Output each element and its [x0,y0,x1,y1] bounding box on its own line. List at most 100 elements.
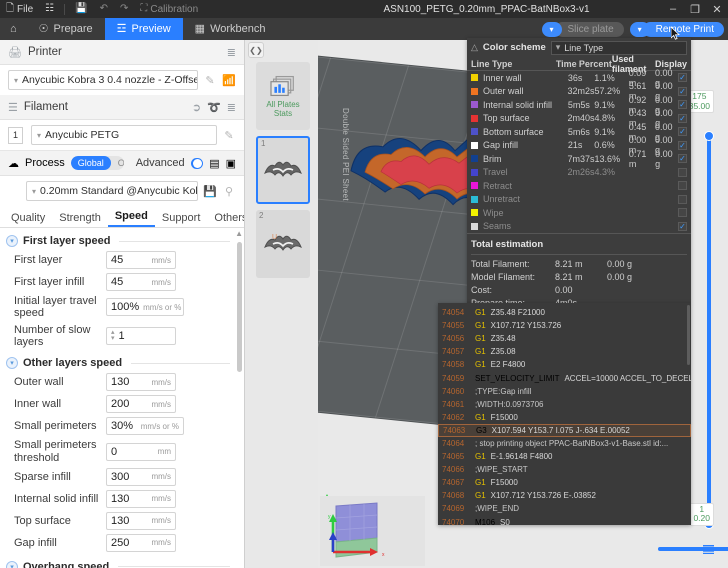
collapse-chevron-icon[interactable]: △ [471,42,478,53]
gcode-line[interactable]: 74064 ; stop printing object PPAC-BatNBox… [438,437,691,450]
compare-presets-icon[interactable]: ▤ [209,157,219,170]
printer-settings-icon[interactable]: ≣ [227,46,236,59]
remote-print-dropdown-icon[interactable]: ▾ [629,21,650,37]
gcode-line[interactable]: 74065 G1 E-1.96148 F4800 [438,450,691,463]
preset-diff-icon[interactable]: ▣ [226,157,236,170]
color-scheme-row[interactable]: Retract [467,179,691,193]
gcode-line[interactable]: 74058 G1 E2 F4800 [438,358,691,371]
wifi-icon[interactable]: 📶 [222,74,236,87]
display-checkbox[interactable]: ✓ [677,127,687,137]
layer-slider-options-icon[interactable] [703,545,714,554]
group-other-layers-speed[interactable]: ▾ Other layers speed [0,350,244,371]
menu-save-button[interactable]: 💾 [69,0,93,18]
tab-support[interactable]: Support [155,212,208,227]
navigation-cube[interactable]: y x [320,496,425,566]
param-input[interactable]: 45 mm/s [106,251,176,269]
display-checkbox[interactable]: ✓ [677,154,687,164]
tab-speed[interactable]: Speed [107,210,155,227]
gcode-line[interactable]: 74056 G1 Z35.48 [438,332,691,345]
filament-settings-icon[interactable]: ≣ [227,101,236,114]
display-checkbox[interactable] [677,194,687,204]
gcode-line[interactable]: 74060 ;TYPE:Gap infill [438,385,691,398]
display-cell[interactable] [677,181,687,191]
plate-thumbnail-2[interactable]: 2 U [256,210,310,278]
display-checkbox[interactable] [677,208,687,218]
color-scheme-row[interactable]: Wipe [467,206,691,220]
slice-plate-button[interactable]: Slice plate [554,21,624,37]
gcode-line[interactable]: 74055 G1 X107.712 Y153.726 [438,319,691,332]
gcode-line[interactable]: 74070 M106 S0 [438,516,691,525]
scope-objects-button[interactable]: Objects [111,156,124,170]
display-cell[interactable]: ✓ [677,113,687,123]
param-input[interactable]: 130 mm/s [106,489,176,508]
tab-preview[interactable]: ☲ Preview [104,18,183,40]
add-filament-icon[interactable]: ➲ [192,101,201,114]
display-checkbox[interactable]: ✓ [677,140,687,150]
color-scheme-row[interactable]: Seams ✓ [467,220,691,234]
tab-others[interactable]: Others [207,212,244,227]
display-cell[interactable]: ✓ [677,86,687,96]
tab-quality[interactable]: Quality [4,212,52,227]
maximize-button[interactable]: ❐ [684,3,706,16]
printer-preset-combo[interactable]: ▾ Anycubic Kobra 3 0.4 nozzle - Z-Offset… [8,70,198,90]
display-cell[interactable]: ✓ [677,127,687,137]
gcode-line[interactable]: 74054 G1 Z35.48 F21000 [438,306,691,319]
param-input[interactable]: 0 mm [106,442,176,461]
minimize-button[interactable]: – [662,3,684,15]
filament-index[interactable]: 1 [8,126,23,144]
move-slider[interactable]: 248 [658,544,728,554]
gcode-line[interactable]: 74062 G1 F15000 [438,411,691,424]
remote-print-button[interactable]: Remote Print [642,21,724,37]
gcode-line[interactable]: 74068 G1 X107.712 Y153.726 E-.03852 [438,489,691,502]
parameters-scroll-area[interactable]: ▾ First layer speed First layer 45 mm/s … [0,228,244,568]
gcode-line[interactable]: 74069 ;WIPE_END [438,502,691,515]
scroll-up-arrow[interactable]: ▲ [235,229,243,238]
display-cell[interactable]: ✓ [677,140,687,150]
menu-list-button[interactable]: ☷ [39,0,60,18]
param-input[interactable]: 200 mm/s [106,395,176,414]
layer-slider-upper-handle[interactable] [704,131,714,141]
param-spinner[interactable]: ▴ ▾ 1 [106,326,176,345]
display-cell[interactable]: ✓ [677,221,687,231]
tab-strength[interactable]: Strength [52,212,108,227]
color-scheme-row[interactable]: Unretract [467,193,691,207]
process-preset-combo[interactable]: ▾ 0.20mm Standard @Anycubic Kobra 3 0.4 … [26,181,198,201]
param-input[interactable]: 130 mm/s [106,511,176,530]
collapse-sidebar-button[interactable]: ❮❯ [248,42,264,58]
menu-calibration[interactable]: ⛶ Calibration [134,0,204,18]
param-input[interactable]: 45 mm/s [106,273,176,291]
gcode-line[interactable]: 74063 G3 X107.594 Y153.7 I.075 J-.634 E.00… [438,423,691,437]
menu-undo-button[interactable]: ↶ [94,0,114,18]
param-input[interactable]: 30% mm/s or % [106,417,184,436]
layer-slider[interactable] [704,131,714,529]
display-cell[interactable]: ✓ [677,100,687,110]
color-scheme-row[interactable]: Brim 7m37s 13.6% 0.71 m 0.00 g ✓ [467,149,691,169]
display-checkbox[interactable]: ✓ [677,113,687,123]
display-cell[interactable]: ✓ [677,73,687,83]
param-input[interactable]: 250 mm/s [106,533,176,552]
param-input[interactable]: 100% mm/s or % [106,298,184,317]
display-checkbox[interactable] [677,167,687,177]
printer-edit-icon[interactable]: ✎ [203,74,217,87]
menu-file[interactable]: 🗋 File [0,0,39,18]
gcode-line[interactable]: 74057 G1 Z35.08 [438,345,691,358]
param-input[interactable]: 130 mm/s [106,373,176,392]
remove-filament-icon[interactable]: ➰ [207,101,221,114]
scope-global-button[interactable]: Global [70,156,111,170]
gcode-viewer[interactable]: 74054 G1 Z35.48 F21000 74055 G1 X107.712 Y153… [438,303,691,525]
gcode-line[interactable]: 74061 ;WIDTH:0.0973706 [438,398,691,411]
display-checkbox[interactable]: ✓ [677,86,687,96]
gcode-scrollbar[interactable] [687,305,690,365]
filament-edit-icon[interactable]: ✎ [222,129,236,142]
display-checkbox[interactable]: ✓ [677,100,687,110]
plate-thumbnail-1[interactable]: 1 [256,136,310,204]
display-cell[interactable] [677,194,687,204]
advanced-toggle[interactable] [190,157,204,169]
slice-plate-dropdown-icon[interactable]: ▾ [541,21,562,37]
group-overhang-speed[interactable]: ▾ Overhang speed [0,554,244,568]
display-checkbox[interactable] [677,181,687,191]
scrollbar-thumb[interactable] [237,242,242,372]
process-save-icon[interactable]: 💾 [203,185,217,198]
all-plates-stats-card[interactable]: All Plates Stats [256,62,310,130]
menu-redo-button[interactable]: ↷ [114,0,134,18]
